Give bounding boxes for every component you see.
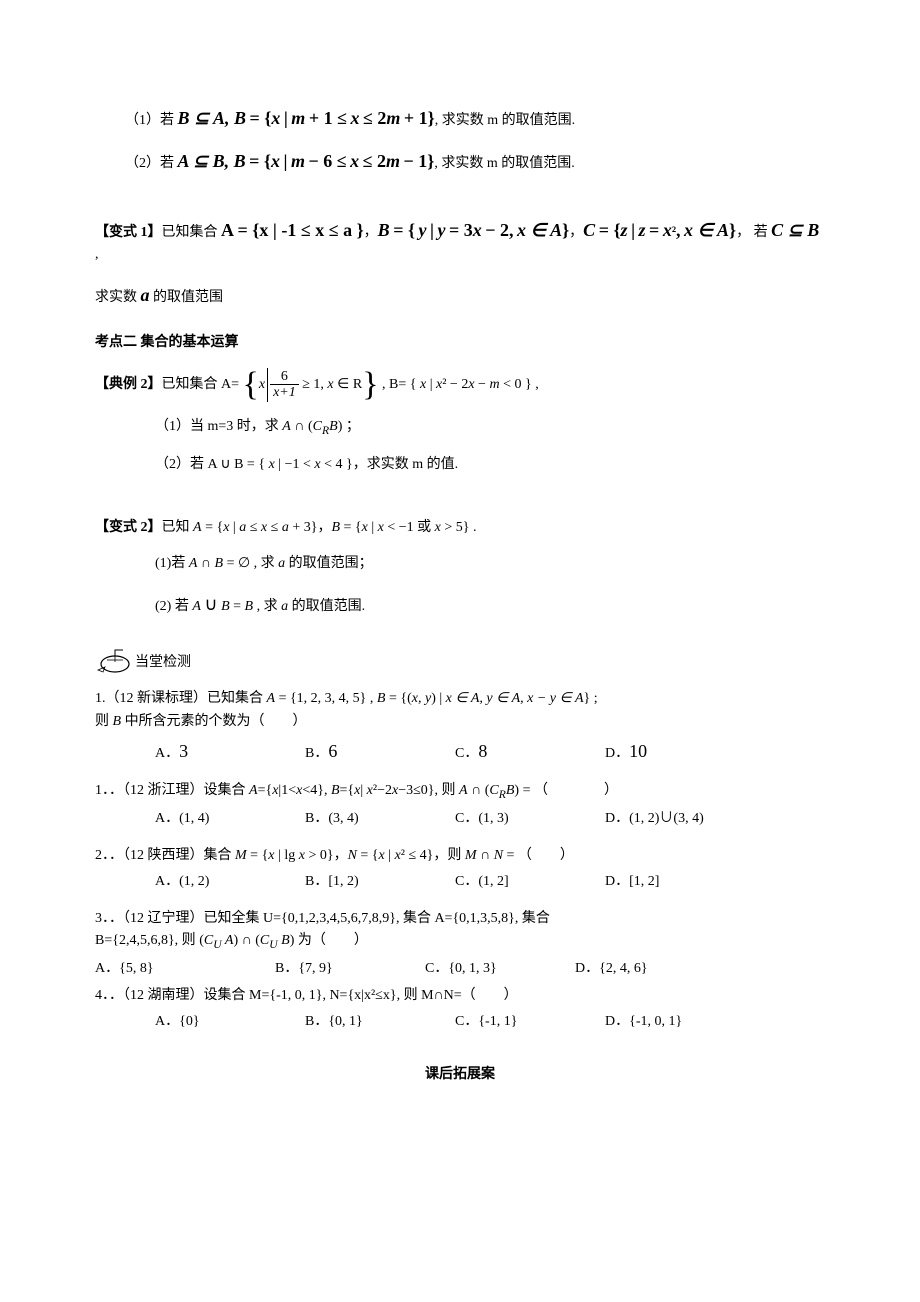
- question-1-then: 则 B 中所含元素的个数为（ ）: [95, 711, 825, 733]
- footer-title: 课后拓展案: [95, 1064, 825, 1086]
- mouse-icon: [95, 648, 135, 674]
- question-1: 1.（12 新课标理）已知集合 A = {1, 2, 3, 4, 5} , B …: [95, 688, 825, 710]
- variation-2: 【变式 2】已知 A = {x | a ≤ x ≤ a + 3}，B = {x …: [95, 517, 825, 539]
- question-4-line2: B={2,4,5,6,8}, 则 (CU A) ∩ (CU B) 为（ ）: [95, 930, 825, 954]
- example-2-sub2: （2）若 A ∪ B = { x | −1 < x < 4 }，求实数 m 的值…: [155, 454, 825, 476]
- example-2: 【典例 2】已知集合 A= { x 6 x+1 ≥ 1, x ∈ R } , B…: [95, 368, 825, 402]
- option-c: C．{-1, 1}: [455, 1011, 605, 1033]
- question-5-options: A．{0} B．{0, 1} C．{-1, 1} D．{-1, 0, 1}: [155, 1011, 825, 1033]
- option-b: B．{0, 1}: [305, 1011, 455, 1033]
- question-1-options: A．3 B．6 C．8 D．10: [155, 737, 825, 766]
- option-d: D．10: [605, 737, 755, 766]
- option-d: D．(1, 2)∪(3, 4): [605, 808, 755, 830]
- variation-2-label: 【变式 2】: [95, 520, 162, 535]
- option-a: A．(1, 4): [155, 808, 305, 830]
- option-c: C．(1, 3): [455, 808, 605, 830]
- variation-2-sub1: (1)若 A ∩ B = ∅ , 求 a 的取值范围；: [155, 553, 825, 575]
- option-b: B．{7, 9}: [275, 958, 425, 980]
- question-2-options: A．(1, 4) B．(3, 4) C．(1, 3) D．(1, 2)∪(3, …: [155, 808, 825, 830]
- option-a: A．(1, 2): [155, 871, 305, 893]
- variation-1-label: 【变式 1】: [95, 225, 162, 240]
- example-2-sub1: （1）当 m=3 时，求 A ∩ (CRB) ；: [155, 416, 825, 440]
- question-3-options: A．(1, 2) B．[1, 2) C．(1, 2] D．[1, 2]: [155, 871, 825, 893]
- option-b: B．[1, 2): [305, 871, 455, 893]
- option-b: B．6: [305, 737, 455, 766]
- option-c: C．(1, 2]: [455, 871, 605, 893]
- question-4-options: A．{5, 8} B．{7, 9} C．{0, 1, 3} D．{2, 4, 6…: [95, 958, 825, 980]
- option-c: C．{0, 1, 3}: [425, 958, 575, 980]
- option-a: A．{0}: [155, 1011, 305, 1033]
- check-section-header: 当堂检测: [95, 648, 825, 674]
- example-2-label: 【典例 2】: [95, 377, 162, 392]
- question-4-line1: 3．．（12 辽宁理）已知全集 U={0,1,2,3,4,5,6,7,8,9},…: [95, 908, 825, 930]
- variation-1: 【变式 1】已知集合 A = {x | -1 ≤ x ≤ a }，B = { y…: [95, 216, 825, 267]
- option-d: D．[1, 2]: [605, 871, 755, 893]
- variation-1-tail: 求实数 a 的取值范围: [95, 281, 825, 310]
- option-a: A．{5, 8}: [95, 958, 275, 980]
- variation-2-sub2: (2) 若 A ∪ B = B , 求 a 的取值范围.: [155, 590, 825, 619]
- option-a: A．3: [155, 737, 305, 766]
- question-5: 4．．（12 湖南理）设集合 M={-1, 0, 1}, N={x|x²≤x},…: [95, 985, 825, 1007]
- option-d: D．{2, 4, 6}: [575, 958, 725, 980]
- question-3: 2．．（12 陕西理）集合 M = {x | lg x > 0}，N = {x …: [95, 845, 825, 867]
- question-2: 1．．（12 浙江理）设集合 A={x|1<x<4}, B={x| x²−2x−…: [95, 780, 825, 804]
- check-label: 当堂检测: [135, 652, 191, 674]
- problem-sub-2: （2）若 A ⊆ B, B = {x | m − 6 ≤ x ≤ 2m − 1}…: [125, 147, 825, 176]
- option-d: D．{-1, 0, 1}: [605, 1011, 755, 1033]
- option-b: B．(3, 4): [305, 808, 455, 830]
- problem-sub-1: （1）若 B ⊆ A, B = {x | m + 1 ≤ x ≤ 2m + 1}…: [125, 104, 825, 133]
- topic-2-title: 考点二 集合的基本运算: [95, 332, 825, 354]
- option-c: C．8: [455, 737, 605, 766]
